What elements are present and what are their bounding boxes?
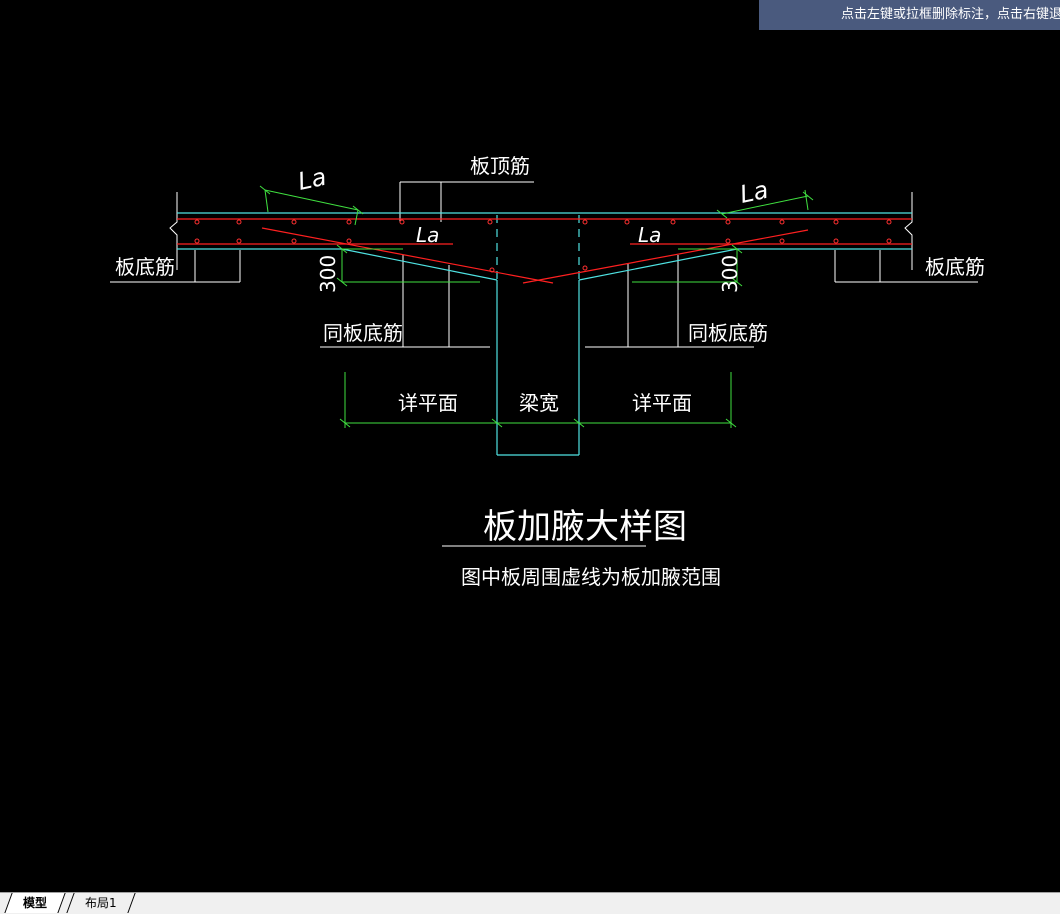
label-bottom-bar-left: 板底筋 [115, 255, 175, 279]
slab-outline [110, 181, 978, 547]
label-dim-left: 300 [316, 255, 340, 293]
label-la-top-right: La [737, 176, 770, 209]
tab-model[interactable]: 模型 [4, 893, 66, 913]
tab-model-label: 模型 [23, 896, 48, 910]
drawing-title: 板加腋大样图 [483, 507, 687, 547]
tab-layout1[interactable]: 布局1 [66, 893, 136, 913]
label-dim-right: 300 [718, 255, 742, 293]
label-detail-right: 详平面 [632, 391, 692, 415]
label-beam-width: 梁宽 [519, 391, 559, 415]
label-la-top-left: La [295, 163, 328, 196]
label-same-bottom-right: 同板底筋 [688, 321, 768, 345]
drawing-note: 图中板周围虚线为板加腋范围 [461, 565, 721, 589]
cad-drawing: 板顶筋 板底筋 板底筋 同板底筋 同板底筋 La La La La 300 30… [110, 154, 985, 589]
label-top-bar: 板顶筋 [470, 154, 530, 178]
label-same-bottom-left: 同板底筋 [323, 321, 403, 345]
label-bottom-bar-right: 板底筋 [925, 255, 985, 279]
layout-tab-bar: 模型 布局1 [0, 892, 1060, 914]
tab-layout1-label: 布局1 [85, 896, 117, 910]
drawing-canvas[interactable]: 板顶筋 板底筋 板底筋 同板底筋 同板底筋 La La La La 300 30… [0, 30, 1060, 892]
rebar-dots [194, 219, 892, 273]
label-la-inner-right: La [638, 223, 661, 247]
rebar-lines [177, 218, 912, 284]
label-detail-left: 详平面 [398, 391, 458, 415]
slab-cyan-lines [177, 212, 912, 456]
label-la-inner-left: La [416, 223, 439, 247]
